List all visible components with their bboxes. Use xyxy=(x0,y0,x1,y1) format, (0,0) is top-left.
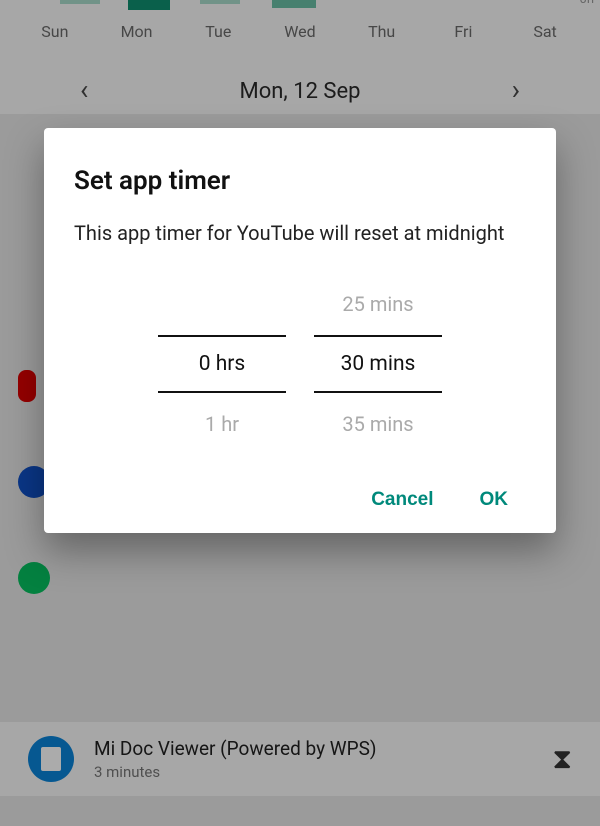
duration-picker: 0 hrs 1 hr 25 mins 30 mins 35 mins xyxy=(74,281,526,447)
ok-button[interactable]: OK xyxy=(480,489,509,511)
hours-selected-value: 0 hrs xyxy=(199,352,246,376)
hours-picker[interactable]: 0 hrs 1 hr xyxy=(158,281,286,447)
minutes-selected-frame: 30 mins xyxy=(314,335,442,393)
hours-selected-frame: 0 hrs xyxy=(158,335,286,393)
minutes-next: 35 mins xyxy=(342,401,413,447)
hours-next: 1 hr xyxy=(205,401,239,447)
minutes-picker[interactable]: 25 mins 30 mins 35 mins xyxy=(314,281,442,447)
dialog-description: This app timer for YouTube will reset at… xyxy=(74,220,526,247)
minutes-prev: 25 mins xyxy=(342,281,413,327)
dialog-actions: Cancel OK xyxy=(74,475,526,511)
dialog-title: Set app timer xyxy=(74,166,526,196)
minutes-selected-value: 30 mins xyxy=(341,352,416,376)
set-app-timer-dialog: Set app timer This app timer for YouTube… xyxy=(44,128,556,533)
cancel-button[interactable]: Cancel xyxy=(371,489,433,511)
